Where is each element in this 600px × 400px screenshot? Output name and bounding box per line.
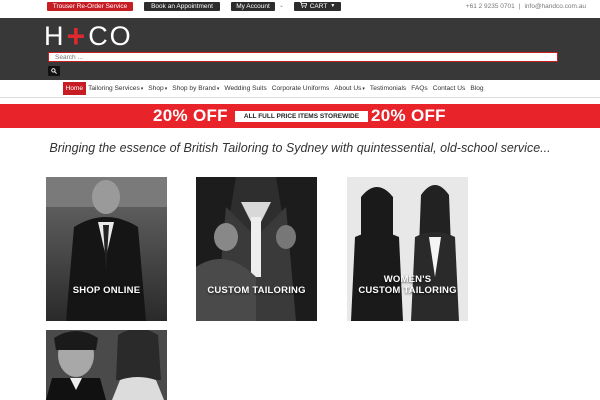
tile-label-womens-line1: WOMEN'S bbox=[383, 274, 432, 285]
trouser-reorder-button[interactable]: Trouser Re-Order Service bbox=[47, 2, 133, 11]
tile-photo-tailor bbox=[196, 177, 317, 321]
main-nav: Home Tailoring Services▾ Shop▾ Shop by Bran… bbox=[0, 80, 600, 98]
cart-icon bbox=[299, 2, 307, 11]
tile-photo-man-suit bbox=[46, 177, 167, 321]
search-icon bbox=[51, 68, 57, 74]
tagline: Bringing the essence of British Tailorin… bbox=[49, 141, 551, 155]
caret-down-icon: ▾ bbox=[140, 86, 144, 92]
cart-caret-icon: ▼ bbox=[330, 3, 336, 9]
nav-item-contact-us[interactable]: Contact Us bbox=[430, 82, 468, 95]
utility-bar: Trouser Re-Order Service Book an Appoint… bbox=[0, 0, 600, 14]
nav-item-label: About Us bbox=[334, 85, 362, 92]
account-caret-icon: ⌄ bbox=[279, 3, 285, 9]
tile-photo-wedding-couple bbox=[46, 330, 167, 400]
tile-weddings[interactable] bbox=[46, 330, 167, 400]
nav-item-label: Wedding Suits bbox=[224, 85, 267, 92]
nav-item-label: Shop by Brand bbox=[172, 85, 216, 92]
email-link[interactable]: info@handco.com.au bbox=[524, 3, 586, 10]
nav-item-label: Blog bbox=[470, 85, 484, 92]
site-logo[interactable]: H + CO bbox=[44, 18, 133, 54]
tile-shop-online[interactable]: SHOP ONLINE bbox=[46, 177, 167, 321]
tile-label-shop-online: SHOP ONLINE bbox=[72, 285, 141, 296]
nav-item-testimonials[interactable]: Testimonials bbox=[367, 82, 408, 95]
promo-right-text: 20% OFF bbox=[371, 106, 446, 125]
tile-label-womens-line2: CUSTOM TAILORING bbox=[358, 285, 457, 296]
nav-item-corporate-uniforms[interactable]: Corporate Uniforms bbox=[269, 82, 332, 95]
nav-item-about-us[interactable]: About Us▾ bbox=[332, 82, 368, 95]
phone-number[interactable]: +61 2 9235 0701 bbox=[466, 3, 515, 10]
contact-divider: | bbox=[518, 3, 521, 10]
site-header: H + CO bbox=[0, 18, 600, 80]
caret-down-icon: ▾ bbox=[216, 86, 220, 92]
nav-item-label: Testimonials bbox=[369, 85, 407, 92]
nav-item-faqs[interactable]: FAQs bbox=[409, 82, 431, 95]
tile-womens-tailoring[interactable]: WOMEN'S CUSTOM TAILORING bbox=[347, 177, 468, 321]
promo-left-text: 20% OFF bbox=[153, 106, 228, 125]
nav-item-label: Contact Us bbox=[432, 85, 466, 92]
nav-item-label: Home bbox=[65, 85, 84, 92]
caret-down-icon: ▾ bbox=[164, 86, 168, 92]
search-button[interactable] bbox=[48, 66, 60, 76]
search-input[interactable] bbox=[48, 52, 558, 62]
logo-plus: + bbox=[66, 17, 88, 54]
tile-custom-tailoring[interactable]: CUSTOM TAILORING bbox=[196, 177, 317, 321]
nav-item-wedding-suits[interactable]: Wedding Suits bbox=[222, 82, 269, 95]
nav-item-tailoring-services[interactable]: Tailoring Services▾ bbox=[86, 82, 146, 95]
tile-label-custom-tailoring: CUSTOM TAILORING bbox=[207, 285, 306, 296]
caret-down-icon: ▾ bbox=[362, 86, 365, 92]
tile-photo-women bbox=[347, 177, 468, 321]
nav-item-label: FAQs bbox=[411, 85, 428, 92]
contact-info: +61 2 9235 0701 | info@handco.com.au bbox=[464, 3, 588, 10]
nav-item-shop[interactable]: Shop▾ bbox=[146, 82, 170, 95]
logo-h: H bbox=[44, 20, 66, 51]
promo-middle-text: ALL FULL PRICE ITEMS STOREWIDE bbox=[235, 111, 368, 122]
my-account-button[interactable]: My Account bbox=[231, 2, 275, 11]
nav-item-home[interactable]: Home bbox=[63, 82, 86, 95]
book-appointment-button[interactable]: Book an Appointment bbox=[144, 2, 220, 11]
promo-banner[interactable]: 20% OFF ALL FULL PRICE ITEMS STOREWIDE 2… bbox=[0, 104, 600, 128]
nav-item-shop-by-brand[interactable]: Shop by Brand▾ bbox=[170, 82, 222, 95]
cart-label: CART bbox=[309, 3, 328, 10]
nav-item-label: Shop bbox=[148, 85, 164, 92]
nav-item-blog[interactable]: Blog bbox=[468, 82, 486, 95]
nav-item-label: Tailoring Services bbox=[88, 85, 140, 92]
nav-items: Home Tailoring Services▾ Shop▾ Shop by Bran… bbox=[63, 82, 486, 95]
logo-co: CO bbox=[88, 20, 133, 51]
cart-button[interactable]: CART ▼ bbox=[294, 2, 341, 11]
nav-item-label: Corporate Uniforms bbox=[271, 85, 330, 92]
